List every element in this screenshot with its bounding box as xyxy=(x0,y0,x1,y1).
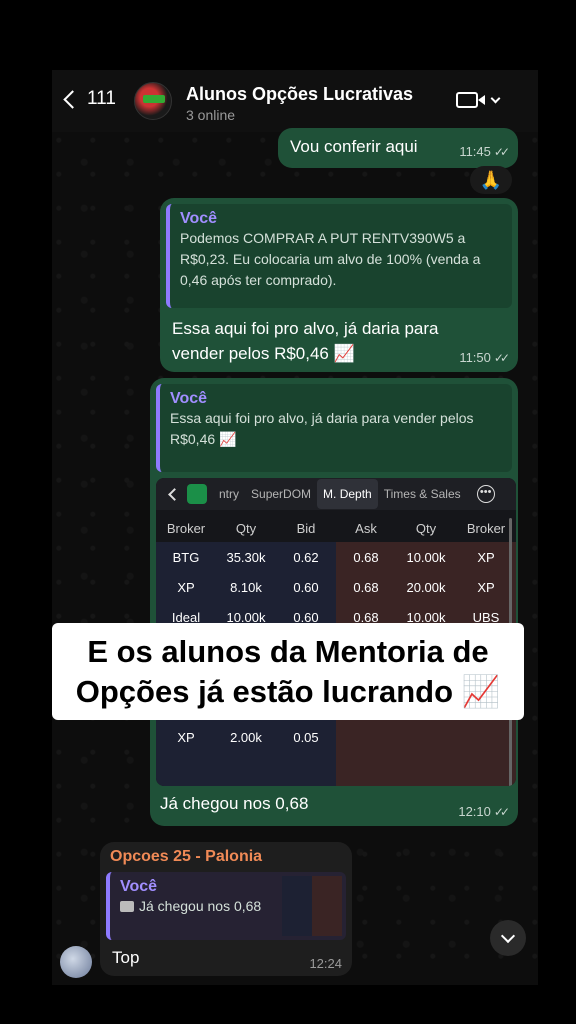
table-cell: 0.60 xyxy=(293,579,319,595)
chevron-left-icon xyxy=(63,89,82,109)
message-bubble[interactable]: Opcoes 25 - Palonia Você Já chegou nos 0… xyxy=(100,842,352,976)
message-time: 12:10 ✓✓ xyxy=(458,804,510,819)
table-row: XP 2.00k 0.05 xyxy=(156,722,516,752)
time-text: 11:45 xyxy=(459,144,491,159)
column-header: Bid xyxy=(296,520,316,536)
table-cell: 0.05 xyxy=(293,729,319,745)
screenshot-tab-bar: ntry SuperDOM M. Depth Times & Sales ••• xyxy=(156,478,516,510)
table-cell: 35.30k xyxy=(226,549,266,565)
message-time: 11:50 ✓✓ xyxy=(459,350,510,365)
message-bubble[interactable]: Você Podemos COMPRAR A PUT RENTV390W5 a … xyxy=(160,198,518,372)
column-header: Broker xyxy=(166,520,206,536)
table-row: BTG 35.30k 0.62 0.68 10.00k XP xyxy=(156,542,516,572)
chevron-left-icon xyxy=(168,487,181,501)
reply-quote[interactable]: Você Podemos COMPRAR A PUT RENTV390W5 a … xyxy=(166,204,512,308)
table-cell: XP xyxy=(177,579,195,595)
tab-entry: ntry xyxy=(219,487,240,501)
table-cell: 0.68 xyxy=(353,579,379,595)
chat-title-area[interactable]: Alunos Opções Lucrativas 3 online xyxy=(186,84,413,123)
table-row: XP 8.10k 0.60 0.68 20.00k XP xyxy=(156,572,516,602)
sender-name: Opcoes 25 - Palonia xyxy=(110,848,263,865)
table-cell: 0.62 xyxy=(293,549,319,565)
quote-author: Você xyxy=(180,210,218,227)
video-camera-icon xyxy=(456,92,485,108)
column-header: Qty xyxy=(415,520,437,536)
quote-thumbnail xyxy=(282,876,342,936)
unread-count: 111 xyxy=(87,88,116,109)
message-text: Essa aqui foi pro alvo, já daria para ve… xyxy=(172,319,439,363)
read-checks-icon: ✓✓ xyxy=(493,804,510,819)
reply-quote[interactable]: Você Essa aqui foi pro alvo, já daria pa… xyxy=(156,384,512,472)
tab-market-depth: M. Depth xyxy=(317,479,378,509)
online-status: 3 online xyxy=(186,107,236,123)
caption-line-2: Opções já estão lucrando 📈 xyxy=(75,674,501,709)
camera-icon xyxy=(120,901,134,912)
table-cell: 20.00k xyxy=(406,579,446,595)
chat-screen: 111 Alunos Opções Lucrativas 3 online Vo… xyxy=(52,70,538,985)
message-bubble[interactable]: Vou conferir aqui 11:45 ✓✓ xyxy=(278,128,518,168)
message-time: 12:24 xyxy=(309,956,342,971)
tab-superdom: SuperDOM xyxy=(251,487,312,501)
table-header: Broker Qty Bid Ask Qty Broker xyxy=(156,514,516,542)
message-text: Já chegou nos 0,68 xyxy=(160,794,309,813)
column-header: Broker xyxy=(466,520,506,536)
reaction-badge[interactable]: 🙏 xyxy=(470,166,512,194)
table-cell: 0.68 xyxy=(353,549,379,565)
column-header: Qty xyxy=(235,520,257,536)
chevron-down-icon xyxy=(490,93,501,104)
back-button[interactable]: 111 xyxy=(62,88,116,110)
quote-text: Essa aqui foi pro alvo, já daria para ve… xyxy=(170,410,474,447)
read-checks-icon: ✓✓ xyxy=(493,350,510,365)
table-cell: 10.00k xyxy=(406,549,446,565)
app-logo-icon xyxy=(187,484,207,504)
chat-title: Alunos Opções Lucrativas xyxy=(186,84,414,104)
message-time: 11:45 ✓✓ xyxy=(459,144,510,159)
chat-header: 111 Alunos Opções Lucrativas 3 online xyxy=(52,70,538,132)
message-text: Top xyxy=(112,948,140,967)
table-cell: XP xyxy=(477,579,495,595)
video-call-button[interactable] xyxy=(456,92,501,108)
message-text: Vou conferir aqui xyxy=(290,137,418,156)
table-cell: BTG xyxy=(172,549,200,565)
table-cell: XP xyxy=(477,549,495,565)
quote-text: Podemos COMPRAR A PUT RENTV390W5 a R$0,2… xyxy=(180,230,481,288)
column-header: Ask xyxy=(355,520,377,536)
time-text: 12:10 xyxy=(458,804,491,819)
quote-text: Já chegou nos 0,68 xyxy=(139,898,262,914)
time-text: 11:50 xyxy=(459,350,491,365)
promo-caption: E os alunos da Mentoria de Opções já est… xyxy=(52,623,524,720)
tab-times-sales: Times & Sales xyxy=(383,487,461,501)
scroll-down-button[interactable] xyxy=(490,920,526,956)
more-options-icon: ••• xyxy=(476,485,495,503)
table-cell: XP xyxy=(177,729,195,745)
quote-author: Você xyxy=(170,390,208,407)
table-cell: 8.10k xyxy=(230,579,262,595)
reply-quote[interactable]: Você Já chegou nos 0,68 xyxy=(106,872,346,940)
group-avatar[interactable] xyxy=(134,82,172,120)
sender-avatar[interactable] xyxy=(60,946,92,978)
table-cell: 2.00k xyxy=(230,729,262,745)
caption-line-1: E os alunos da Mentoria de xyxy=(87,634,489,669)
read-checks-icon: ✓✓ xyxy=(493,144,510,159)
